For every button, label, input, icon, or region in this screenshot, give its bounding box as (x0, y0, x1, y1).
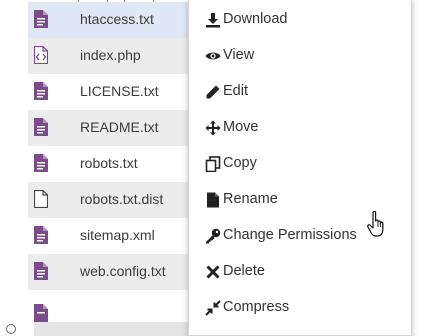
text-file-icon (34, 118, 48, 136)
menu-item-label: Move (223, 119, 259, 135)
menu-item-label: Edit (223, 83, 248, 99)
pencil-icon (205, 84, 221, 100)
compress-icon (205, 300, 221, 316)
text-file-icon (34, 10, 48, 28)
file-name: robots.txt (80, 155, 138, 171)
text-file-icon (34, 82, 48, 100)
row-radio[interactable] (6, 324, 16, 334)
file-name: sitemap.xml (80, 227, 155, 243)
x-icon (205, 264, 221, 280)
rename-file-icon (205, 192, 221, 208)
menu-item-edit[interactable]: Edit (189, 74, 411, 110)
menu-item-copy[interactable]: Copy (189, 146, 411, 182)
menu-item-label: Delete (223, 263, 265, 279)
copy-icon (205, 156, 221, 173)
menu-item-label: Copy (223, 155, 257, 171)
hand-pointer-cursor-icon (366, 210, 390, 238)
eye-icon (205, 48, 221, 64)
file-name: LICENSE.txt (80, 83, 159, 99)
menu-item-view[interactable]: View (189, 38, 411, 74)
blank-file-icon (33, 189, 49, 209)
menu-item-move[interactable]: Move (189, 110, 411, 146)
download-icon (205, 12, 221, 28)
file-name: robots.txt.dist (80, 191, 164, 207)
menu-item-label: Download (223, 11, 288, 27)
context-menu: Download View Edit Move Copy Rename Chan… (188, 0, 412, 336)
text-file-icon (34, 226, 48, 244)
text-file-icon (34, 304, 48, 322)
menu-item-label: Rename (223, 191, 278, 207)
text-file-icon (34, 262, 48, 280)
key-icon (205, 228, 221, 244)
menu-item-label: View (223, 47, 255, 63)
menu-item-delete[interactable]: Delete (189, 254, 411, 290)
file-name: web.config.txt (80, 263, 166, 279)
file-name: index.php (80, 47, 141, 63)
move-arrows-icon (205, 120, 221, 136)
menu-item-label: Compress (223, 299, 290, 315)
file-name: README.txt (80, 119, 159, 135)
menu-item-compress[interactable]: Compress (189, 290, 411, 326)
file-name: htaccess.txt (80, 11, 154, 27)
partial-row-cutoff (34, 322, 206, 336)
code-file-icon (33, 45, 49, 65)
menu-item-label: Change Permissions (223, 227, 357, 243)
text-file-icon (34, 154, 48, 172)
menu-item-download[interactable]: Download (189, 2, 411, 38)
